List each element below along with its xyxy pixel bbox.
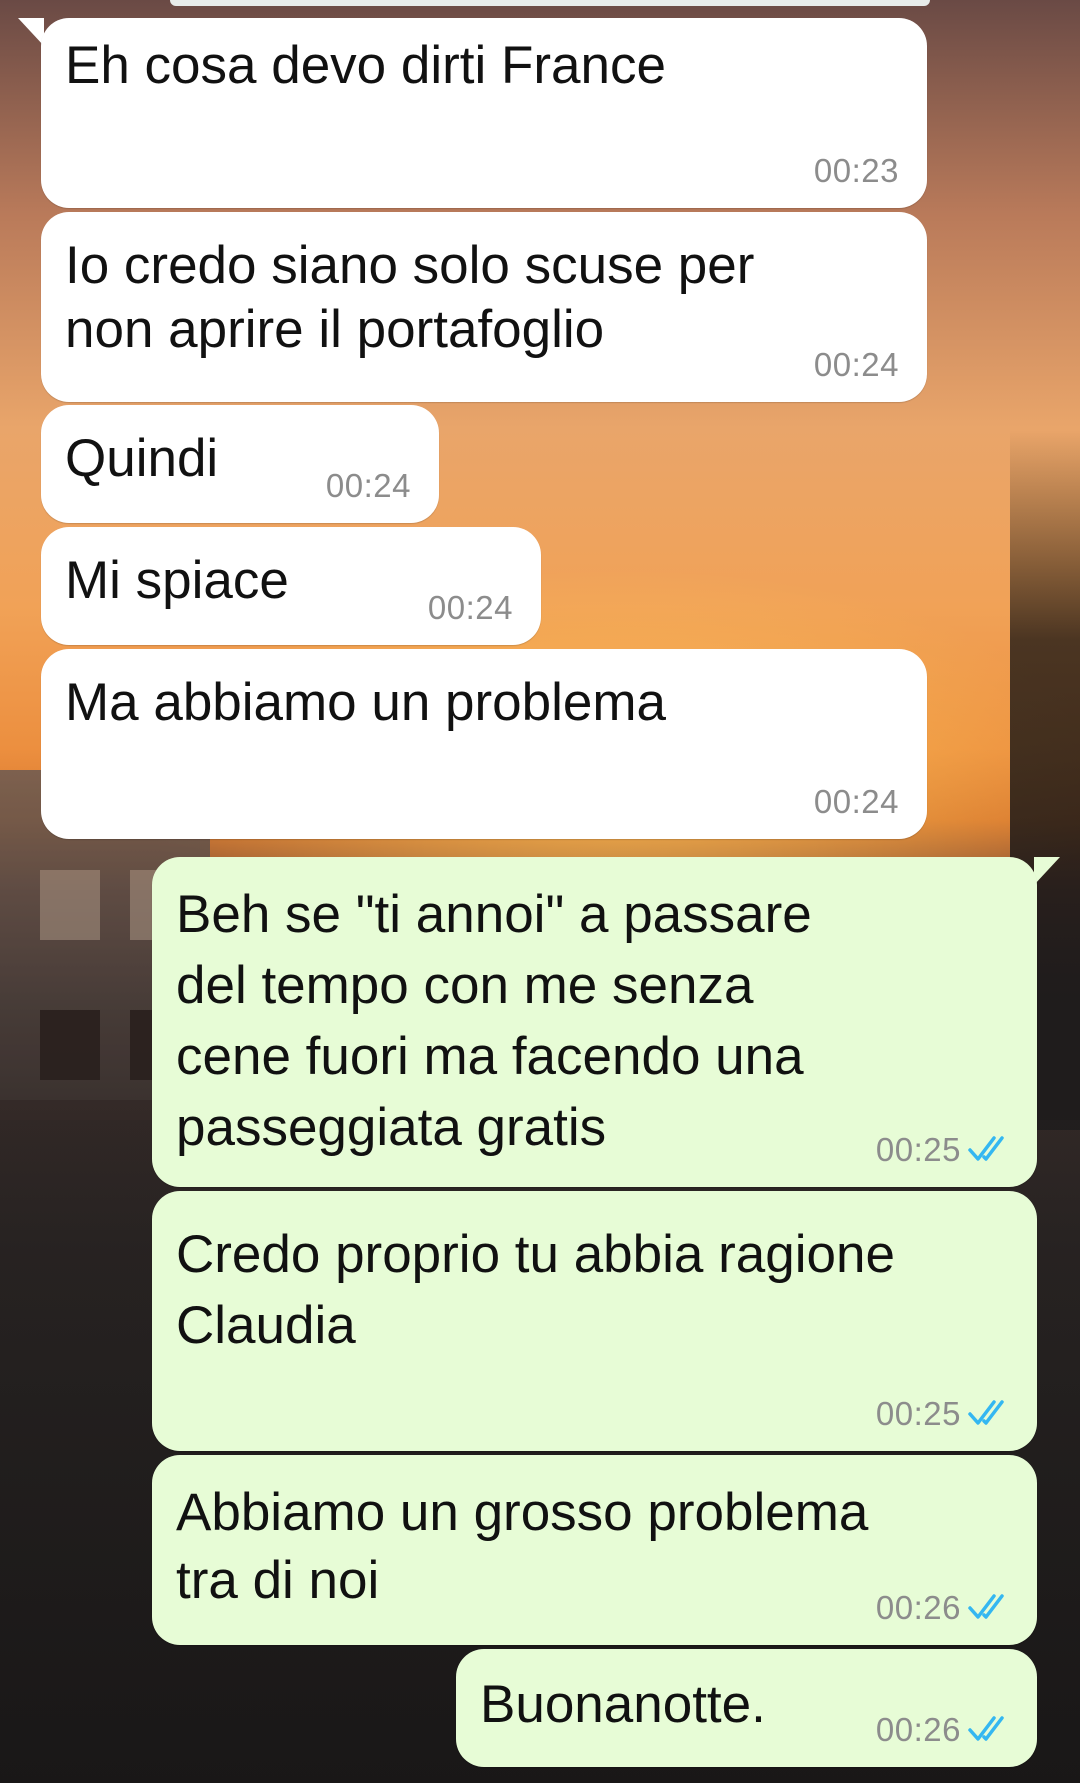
message-bubble-incoming[interactable]: Ma abbiamo un problema 00:24 <box>41 649 927 839</box>
message-timestamp: 00:24 <box>325 467 411 504</box>
message-bubble-outgoing[interactable]: Abbiamo un grosso problema tra di noi 00… <box>152 1455 1037 1645</box>
message-bubble-incoming[interactable]: Eh cosa devo dirti France 00:23 <box>41 18 927 208</box>
double-check-icon <box>968 1400 1004 1425</box>
message-text: Beh se "ti annoi" a passare del tempo co… <box>176 885 812 1157</box>
message-bubble-outgoing[interactable]: Beh se "ti annoi" a passare del tempo co… <box>152 857 1037 1187</box>
previous-message-edge <box>170 0 930 6</box>
double-check-icon <box>968 1136 1004 1161</box>
double-check-icon <box>968 1716 1004 1741</box>
message-text: Credo proprio tu abbia ragione Claudia <box>176 1225 895 1355</box>
double-check-icon <box>968 1594 1004 1619</box>
message-timestamp: 00:25 <box>875 1395 961 1432</box>
message-timestamp: 00:23 <box>813 152 899 189</box>
message-bubble-outgoing[interactable]: Buonanotte. 00:26 <box>456 1649 1037 1767</box>
message-timestamp: 00:24 <box>813 346 899 383</box>
message-timestamp: 00:26 <box>875 1711 961 1748</box>
message-text: Io credo siano solo scuse per non aprire… <box>65 236 755 359</box>
message-timestamp: 00:26 <box>875 1589 961 1626</box>
message-timestamp: 00:24 <box>427 589 513 626</box>
message-text: Eh cosa devo dirti France <box>65 36 666 95</box>
message-timestamp: 00:25 <box>875 1131 961 1168</box>
message-timestamp: 00:24 <box>813 783 899 820</box>
message-bubble-outgoing[interactable]: Credo proprio tu abbia ragione Claudia 0… <box>152 1191 1037 1451</box>
message-text: Ma abbiamo un problema <box>65 673 667 732</box>
incoming-bubble-tail <box>18 18 44 46</box>
message-bubble-incoming[interactable]: Mi spiace 00:24 <box>41 527 541 645</box>
outgoing-bubble-tail <box>1034 857 1060 885</box>
message-bubble-incoming[interactable]: Io credo siano solo scuse per non aprire… <box>41 212 927 402</box>
message-bubble-incoming[interactable]: Quindi 00:24 <box>41 405 439 523</box>
